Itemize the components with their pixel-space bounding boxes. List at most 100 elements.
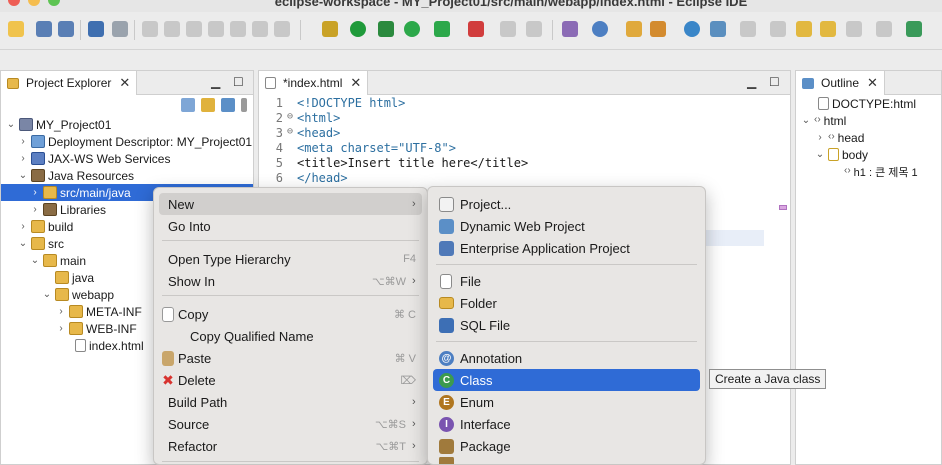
menu-item-paste[interactable]: Paste ⌘ V: [159, 347, 422, 369]
annotation-nav-icon[interactable]: [740, 21, 756, 37]
minimize-icon[interactable]: ▁: [211, 75, 220, 89]
tab-project-explorer[interactable]: Project Explorer ✕: [1, 71, 138, 95]
chevron-right-icon[interactable]: ›: [17, 221, 29, 232]
menu-item-open-type-hierarchy[interactable]: Open Type Hierarchy F4: [159, 248, 422, 270]
chevron-right-icon[interactable]: ›: [17, 153, 29, 164]
last-edit-location-icon[interactable]: [796, 21, 812, 37]
chevron-right-icon[interactable]: ›: [55, 306, 67, 317]
web-browser-icon[interactable]: [526, 21, 542, 37]
tab-outline[interactable]: Outline ✕: [796, 71, 885, 95]
debug-icon[interactable]: [378, 21, 394, 37]
forward-icon[interactable]: [876, 21, 892, 37]
close-icon[interactable]: ✕: [350, 75, 361, 91]
close-icon[interactable]: ✕: [867, 75, 878, 91]
chevron-right-icon[interactable]: ›: [29, 187, 41, 198]
outline-item-h1[interactable]: ‹› h1 : 큰 제목 1: [796, 163, 941, 180]
tab-index-html[interactable]: *index.html ✕: [259, 71, 369, 95]
link-with-editor-icon[interactable]: [201, 98, 215, 112]
menu-item-enum[interactable]: E Enum: [433, 391, 700, 413]
chevron-right-icon: ›: [412, 418, 416, 430]
save-icon[interactable]: [36, 21, 52, 37]
new-java-class-icon[interactable]: [592, 21, 608, 37]
next-annotation-icon[interactable]: [770, 21, 786, 37]
globe-icon[interactable]: [684, 21, 700, 37]
annotation-icon: @: [439, 350, 454, 366]
new-java-package-icon[interactable]: [562, 21, 578, 37]
menu-item-class[interactable]: C Class: [433, 369, 700, 391]
open-type-icon[interactable]: [626, 21, 642, 37]
chevron-right-icon[interactable]: ›: [814, 132, 826, 143]
save-all-icon[interactable]: [58, 21, 74, 37]
maximize-icon[interactable]: ☐: [233, 75, 244, 89]
menu-item-more[interactable]: [433, 457, 700, 464]
outline-item-html[interactable]: ⌄ ‹› html: [796, 112, 941, 129]
terminate-icon[interactable]: [186, 21, 202, 37]
forward-edit-icon[interactable]: [820, 21, 836, 37]
chevron-right-icon[interactable]: ›: [17, 136, 29, 147]
resume-icon[interactable]: [142, 21, 158, 37]
chevron-down-icon[interactable]: ⌄: [17, 170, 29, 181]
chevron-down-icon[interactable]: ⌄: [814, 149, 826, 160]
outline-item-body[interactable]: ⌄ body: [796, 146, 941, 163]
menu-item-annotation[interactable]: @ Annotation: [433, 347, 700, 369]
menu-item-copy-qualified-name[interactable]: Copy Qualified Name: [159, 325, 422, 347]
skip-breakpoints-icon[interactable]: [112, 21, 128, 37]
collapse-all-icon[interactable]: [181, 98, 195, 112]
menu-item-folder[interactable]: Folder: [433, 292, 700, 314]
step-into-icon[interactable]: [230, 21, 246, 37]
close-icon[interactable]: ✕: [119, 75, 130, 91]
back-icon[interactable]: [846, 21, 862, 37]
tree-item-deployment-descriptor[interactable]: › Deployment Descriptor: MY_Project01: [1, 133, 253, 150]
suspend-icon[interactable]: [164, 21, 180, 37]
menu-item-copy[interactable]: Copy ⌘ C: [159, 303, 422, 325]
new-icon[interactable]: [8, 21, 24, 37]
chevron-down-icon[interactable]: ⌄: [17, 238, 29, 249]
menu-item-go-into[interactable]: Go Into: [159, 215, 422, 237]
stop-icon[interactable]: [500, 21, 516, 37]
terminal-icon[interactable]: [88, 21, 104, 37]
chevron-down-icon[interactable]: ⌄: [5, 119, 17, 130]
maximize-icon[interactable]: ☐: [769, 75, 780, 89]
filter-icon[interactable]: [221, 98, 235, 112]
run-icon[interactable]: [404, 21, 420, 37]
menu-item-build-path[interactable]: Build Path ›: [159, 391, 422, 413]
menu-item-source[interactable]: Source ⌥⌘S ›: [159, 413, 422, 435]
menu-item-dynamic-web-project[interactable]: Dynamic Web Project: [433, 215, 700, 237]
fold-icon[interactable]: ⊖: [287, 111, 297, 126]
server-start-icon[interactable]: [350, 21, 366, 37]
outline-item-head[interactable]: › ‹› head: [796, 129, 941, 146]
step-return-icon[interactable]: [274, 21, 290, 37]
menu-item-file[interactable]: File: [433, 270, 700, 292]
window-title-bar: eclipse-workspace - MY_Project01/src/mai…: [0, 0, 942, 12]
view-menu-icon[interactable]: [241, 98, 247, 112]
menu-item-project[interactable]: Project...: [433, 193, 700, 215]
tree-item-project[interactable]: ⌄ MY_Project01: [1, 116, 253, 133]
chevron-right-icon[interactable]: ›: [55, 323, 67, 334]
fold-icon[interactable]: ⊖: [287, 126, 297, 141]
disconnect-icon[interactable]: [208, 21, 224, 37]
search-icon[interactable]: [710, 21, 726, 37]
minimize-icon[interactable]: ▁: [747, 75, 756, 89]
open-task-icon[interactable]: [650, 21, 666, 37]
chevron-down-icon[interactable]: ⌄: [800, 115, 812, 126]
menu-item-interface[interactable]: I Interface: [433, 413, 700, 435]
chevron-down-icon[interactable]: ⌄: [41, 289, 53, 300]
chevron-right-icon[interactable]: ›: [29, 204, 41, 215]
coverage-icon[interactable]: [434, 21, 450, 37]
outline-item-doctype[interactable]: DOCTYPE:html: [796, 95, 941, 112]
overview-ruler-marker[interactable]: [779, 205, 787, 210]
menu-item-delete[interactable]: ✖ Delete ⌦: [159, 369, 422, 391]
menu-item-sql-file[interactable]: SQL File: [433, 314, 700, 336]
menu-item-show-in[interactable]: Show In ⌥⌘W ›: [159, 270, 422, 292]
step-over-icon[interactable]: [252, 21, 268, 37]
open-perspective-icon[interactable]: [906, 21, 922, 37]
use-step-filters-icon[interactable]: [322, 21, 338, 37]
menu-item-package[interactable]: Package: [433, 435, 700, 457]
menu-item-enterprise-application-project[interactable]: Enterprise Application Project: [433, 237, 700, 259]
menu-item-new[interactable]: New ›: [159, 193, 422, 215]
tree-item-java-resources[interactable]: ⌄ Java Resources: [1, 167, 253, 184]
external-tools-icon[interactable]: [468, 21, 484, 37]
chevron-down-icon[interactable]: ⌄: [29, 255, 41, 266]
menu-item-refactor[interactable]: Refactor ⌥⌘T ›: [159, 435, 422, 457]
tree-item-jaxws[interactable]: › JAX-WS Web Services: [1, 150, 253, 167]
